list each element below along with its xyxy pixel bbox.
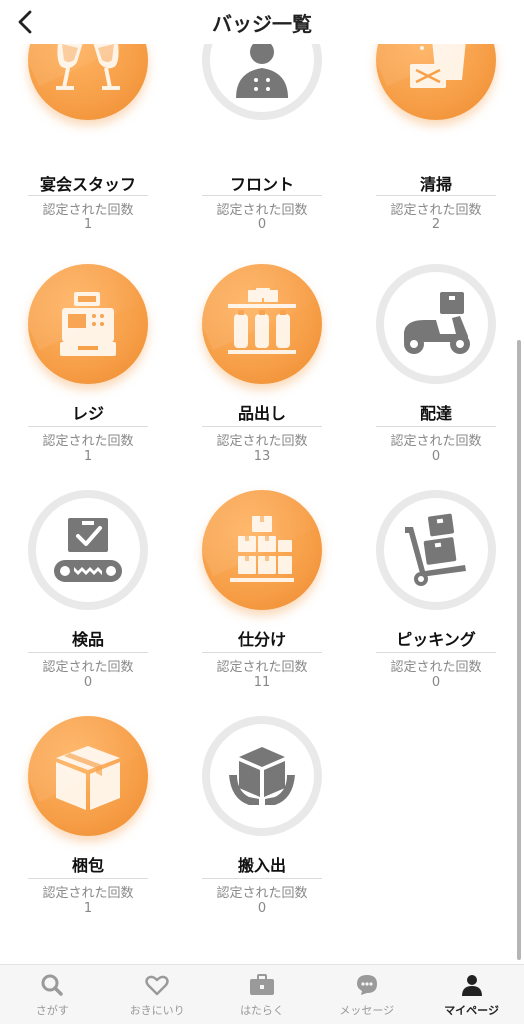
badge-circle [28, 264, 148, 384]
cleaning-bucket-icon [410, 44, 466, 88]
badge-count-label: 認定された回数 [42, 886, 134, 901]
badge-name: 検品 [71, 630, 104, 649]
header-bar: バッジ一覧 [0, 0, 524, 44]
nav-label: マイページ [444, 1003, 499, 1017]
badge-count-label: 認定された回数 [390, 203, 482, 218]
search-icon [39, 972, 65, 998]
badge-count-label: 認定された回数 [390, 660, 482, 675]
badge-item-delivery[interactable]: 配達 認定された回数 0 [349, 264, 523, 490]
nav-favorites[interactable]: おきにいり [105, 965, 210, 1024]
badge-item-stocking[interactable]: 品出し 認定された回数 13 [175, 264, 349, 490]
badge-circle [376, 264, 496, 384]
badge-item-cleaning[interactable]: 清掃 認定された回数 2 [349, 44, 523, 270]
delivery-scooter-icon [404, 292, 470, 354]
heart-icon [144, 972, 170, 998]
divider [202, 652, 322, 653]
nav-search[interactable]: さがす [0, 965, 105, 1024]
badge-count-label: 認定された回数 [42, 203, 134, 218]
bellhop-icon [236, 44, 288, 98]
badge-name: 宴会スタッフ [39, 175, 136, 194]
badge-item-inspection[interactable]: 検品 認定された回数 0 [1, 490, 175, 716]
badge-count: 0 [431, 449, 441, 464]
divider [28, 195, 148, 196]
nav-label: メッセージ [339, 1003, 395, 1017]
divider [376, 195, 496, 196]
badge-count: 1 [83, 449, 93, 464]
badge-count: 0 [257, 217, 267, 232]
hand-truck-icon [405, 513, 466, 586]
badge-item-packing[interactable]: 梱包 認定された回数 1 [1, 716, 175, 942]
badge-count: 0 [257, 901, 267, 916]
badge-circle [28, 44, 148, 120]
badge-count: 0 [431, 675, 441, 690]
toast-glasses-icon [56, 44, 120, 90]
badge-item-loading[interactable]: 搬入出 認定された回数 0 [175, 716, 349, 942]
divider [376, 426, 496, 427]
badge-name: 品出し [237, 404, 286, 423]
badge-count-label: 認定された回数 [216, 203, 308, 218]
badge-name: 仕分け [237, 630, 286, 649]
badge-list[interactable]: 宴会スタッフ 認定された回数 1 フロント 認定された回数 0 清掃 認定された… [0, 44, 524, 964]
scrollbar[interactable] [517, 340, 521, 960]
divider [28, 652, 148, 653]
badge-count-label: 認定された回数 [390, 434, 482, 449]
badge-item-front[interactable]: フロント 認定された回数 0 [175, 44, 349, 270]
divider [202, 426, 322, 427]
badge-name: 配達 [419, 404, 452, 423]
briefcase-icon [249, 972, 275, 998]
divider [202, 878, 322, 879]
divider [28, 426, 148, 427]
bottom-nav: さがす おきにいり はたらく メッセージ マイページ [0, 964, 524, 1024]
badge-circle [202, 264, 322, 384]
nav-messages[interactable]: メッセージ [314, 965, 419, 1024]
badge-count: 2 [431, 217, 441, 232]
badge-circle [28, 716, 148, 836]
badge-circle [28, 490, 148, 610]
badge-circle [376, 44, 496, 120]
inspection-conveyor-icon [54, 518, 122, 582]
badge-name: フロント [229, 175, 294, 194]
badge-count-label: 認定された回数 [216, 434, 308, 449]
badge-name: レジ [71, 404, 104, 423]
divider [202, 195, 322, 196]
nav-mypage[interactable]: マイページ [419, 965, 524, 1024]
badge-circle [202, 716, 322, 836]
nav-label: おきにいり [129, 1003, 185, 1017]
badge-item-picking[interactable]: ピッキング 認定された回数 0 [349, 490, 523, 716]
badge-count: 1 [83, 217, 93, 232]
badge-count: 13 [253, 449, 271, 464]
badge-count-label: 認定された回数 [42, 660, 134, 675]
cash-register-icon [60, 292, 116, 356]
badge-count-label: 認定された回数 [42, 434, 134, 449]
badge-count-label: 認定された回数 [216, 886, 308, 901]
page-title: バッジ一覧 [212, 12, 312, 36]
badge-count: 0 [83, 675, 93, 690]
badge-count: 1 [83, 901, 93, 916]
badge-name: 清掃 [419, 175, 452, 194]
carry-box-icon [229, 747, 295, 805]
badge-item-banquet[interactable]: 宴会スタッフ 認定された回数 1 [1, 44, 175, 270]
badge-count: 11 [253, 675, 271, 690]
nav-label: はたらく [240, 1003, 284, 1017]
badge-item-sorting[interactable]: 仕分け 認定された回数 11 [175, 490, 349, 716]
divider [28, 878, 148, 879]
badge-item-register[interactable]: レジ 認定された回数 1 [1, 264, 175, 490]
badge-count-label: 認定された回数 [216, 660, 308, 675]
user-icon [459, 972, 485, 998]
badge-name: ピッキング [396, 630, 476, 649]
sorting-boxes-icon [230, 516, 294, 582]
badge-circle [202, 44, 322, 120]
nav-label: さがす [35, 1003, 69, 1017]
stock-shelf-icon [228, 288, 296, 354]
nav-work[interactable]: はたらく [210, 965, 315, 1024]
badge-circle [202, 490, 322, 610]
divider [376, 652, 496, 653]
badge-circle [376, 490, 496, 610]
package-box-icon [56, 746, 120, 810]
badge-name: 梱包 [71, 856, 104, 875]
badge-name: 搬入出 [237, 856, 286, 875]
chat-bubble-icon [354, 972, 380, 998]
